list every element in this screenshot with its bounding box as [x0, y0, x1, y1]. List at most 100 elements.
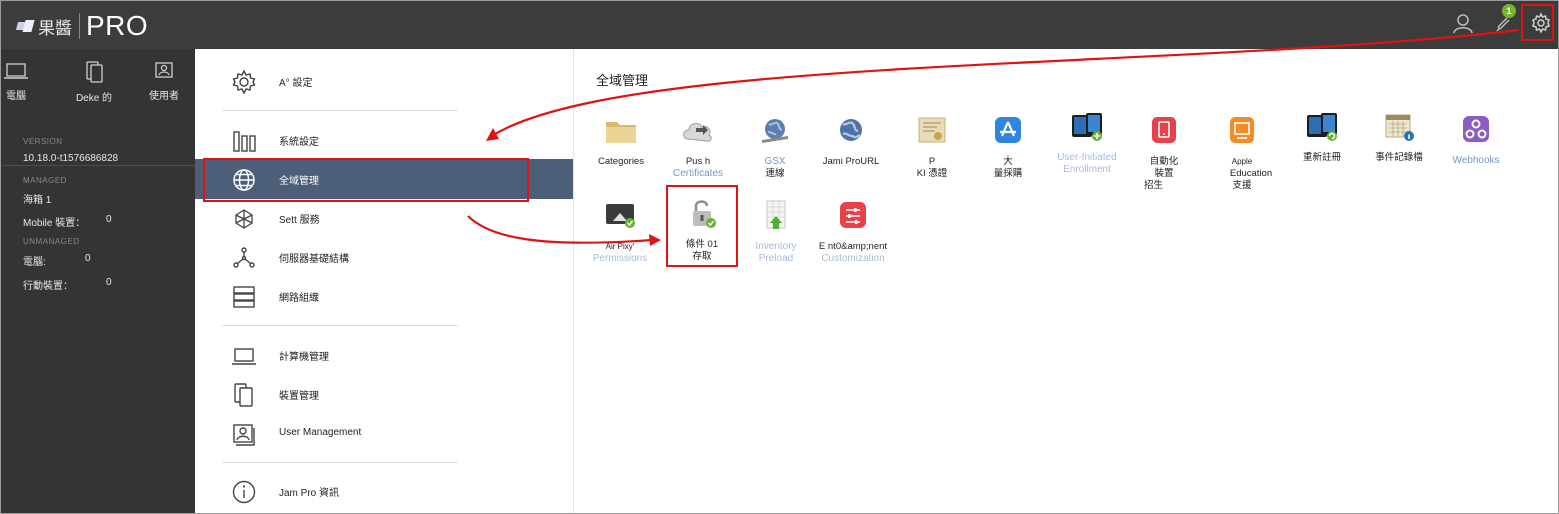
airplay-icon	[606, 204, 635, 228]
menu-item-label: User Management	[279, 427, 362, 438]
tab-devices-label: Deke 的	[75, 93, 113, 104]
tile-label-line2: Certificates	[672, 168, 723, 179]
tile-label-line1: E nt0&amp;nent	[818, 241, 888, 252]
calendar-log-icon	[1385, 114, 1414, 141]
tile-automated-device-enrollment[interactable]: 自動化 裝置 招生	[1124, 114, 1204, 192]
tile-label-line1: Apple	[1231, 157, 1253, 166]
devices-icon	[86, 61, 103, 83]
unmanaged-computers-value: 0	[85, 253, 91, 264]
tile-label-line3: 支援	[1232, 180, 1252, 191]
tile-pki-certificates[interactable]: P KI 憑證	[892, 114, 972, 180]
menu-item-label: Jam Pro 資訊	[279, 488, 340, 499]
tile-label: 事件記錄檔	[1375, 152, 1423, 163]
unmanaged-label: UNMANAGED	[23, 237, 80, 246]
menu-item-network-organization[interactable]: 網路組織	[195, 276, 573, 316]
tile-user-initiated-enrollment[interactable]: User-Initiated Enrollment	[1047, 110, 1127, 176]
tile-label-line1: Inventory	[755, 241, 797, 252]
tile-label-line2: Permissions	[592, 253, 648, 264]
menu-item-system-settings[interactable]: 系統設定	[195, 120, 573, 160]
version-value: 10.18.0-t1576686828	[23, 153, 119, 164]
menu-item-server-infrastructure[interactable]: 伺服器基礎結構	[195, 237, 573, 277]
tile-enrollment-customization[interactable]: E nt0&amp;nent Customization	[813, 199, 893, 265]
menu-item-label: 裝置管理	[279, 391, 319, 402]
tile-label: 重新註冊	[1302, 152, 1341, 163]
info-icon	[232, 480, 256, 504]
tab-users-label: 使用者	[149, 91, 179, 102]
columns-icon	[233, 131, 256, 152]
menu-divider	[222, 462, 458, 463]
tile-label-line2: 裝置	[1154, 168, 1174, 179]
tile-label-line1: P	[928, 156, 936, 167]
tile-re-enrollment[interactable]: 重新註冊	[1282, 110, 1362, 164]
device-enroll-icon	[1152, 117, 1176, 143]
tile-gsx-connection[interactable]: GSX 連線	[735, 114, 815, 180]
menu-item-jamf-pro-information[interactable]: Jam Pro 資訊	[195, 471, 573, 511]
menu-item-label: 計算機管理	[279, 352, 329, 363]
user-icon[interactable]	[1452, 12, 1474, 34]
menu-item-device-management[interactable]: 裝置管理	[195, 374, 573, 414]
puzzle-icon	[235, 209, 253, 229]
brand-product: PRO	[86, 10, 149, 41]
laptop-icon	[4, 63, 28, 79]
tile-categories[interactable]: Categories	[581, 114, 661, 168]
managed-label: MANAGED	[23, 176, 67, 185]
tile-label-line2: 連線	[765, 168, 785, 179]
tile-label: Webhooks	[1452, 155, 1500, 166]
menu-item-self-service[interactable]: Sett 服務	[195, 198, 573, 238]
tile-label: Jami ProURL	[822, 156, 880, 167]
annotation-highlight-settings	[1521, 4, 1554, 41]
unmanaged-computers-label: 電腦:	[23, 257, 46, 268]
education-icon	[1230, 117, 1254, 143]
devices-add-icon	[1072, 113, 1102, 141]
brand[interactable]: 果醬 PRO	[15, 10, 149, 41]
tile-push-certificates[interactable]: Pus h Certificates	[658, 114, 738, 180]
brand-divider	[79, 13, 80, 39]
tile-label-line1: 自動化	[1149, 156, 1179, 167]
left-panel-divider	[2, 165, 195, 166]
tile-label-line1: GSX	[764, 156, 786, 167]
tab-users[interactable]: 使用者	[134, 61, 194, 102]
menu-item-label: Sett 服務	[279, 215, 320, 226]
tile-label-line2: 量採購	[993, 168, 1023, 179]
notification-badge[interactable]: 1	[1502, 4, 1516, 18]
tile-volume-purchasing[interactable]: 大 量採購	[968, 114, 1048, 180]
version-label: VERSION	[23, 137, 63, 146]
menu-item-label: 網路組織	[279, 293, 319, 304]
tile-webhooks[interactable]: Webhooks	[1436, 113, 1516, 167]
tile-label-line2: KI 憑證	[916, 168, 948, 179]
tile-label-line1: Air Pixy'	[605, 242, 635, 251]
certificate-icon	[918, 117, 946, 143]
menu-item-computer-management[interactable]: 計算機管理	[195, 335, 573, 375]
user-card-icon	[155, 62, 173, 78]
left-nav-panel: 電腦 Deke 的 使用者 VERSION 10.18.0-t157668682…	[1, 49, 195, 513]
menu-item-all-settings[interactable]: A° 設定	[195, 61, 573, 101]
menu-item-label: A° 設定	[279, 78, 313, 89]
tile-airplay-permissions[interactable]: Air Pixy' Permissions	[580, 199, 660, 265]
cloud-push-icon	[683, 122, 712, 142]
tab-computers[interactable]: 電腦	[0, 61, 46, 102]
page-title: 全域管理	[596, 73, 649, 88]
gear-icon	[232, 69, 256, 95]
menu-divider	[222, 110, 458, 111]
re-enroll-icon	[1307, 113, 1337, 141]
managed-mobile-value: 0	[106, 214, 112, 225]
menu-item-user-management[interactable]: User Management	[195, 414, 573, 454]
tile-jamf-pro-url[interactable]: Jami ProURL	[811, 114, 891, 168]
tile-label-line1: Pus h	[685, 156, 711, 167]
tile-label-line2: Education	[1229, 168, 1273, 179]
tile-apple-education-support[interactable]: Apple Education 支援	[1202, 114, 1282, 192]
tile-event-logs[interactable]: 事件記錄檔	[1359, 110, 1439, 164]
tab-devices[interactable]: Deke 的	[64, 61, 124, 104]
brand-logo-icon	[15, 20, 35, 32]
managed-item: 海箱 1	[23, 195, 52, 206]
tile-label-line1: 大	[1003, 156, 1013, 167]
tile-label: Categories	[598, 156, 644, 167]
folder-icon	[606, 122, 636, 143]
customization-icon	[840, 202, 866, 228]
tile-label-line2: Customization	[821, 253, 885, 264]
tile-label-line2: Enrollment	[1063, 164, 1111, 175]
network-icon	[233, 247, 255, 268]
tile-inventory-preload[interactable]: Inventory Preload	[736, 199, 816, 265]
brand-name: 果醬	[38, 18, 72, 38]
tab-computers-label: 電腦	[6, 91, 26, 102]
